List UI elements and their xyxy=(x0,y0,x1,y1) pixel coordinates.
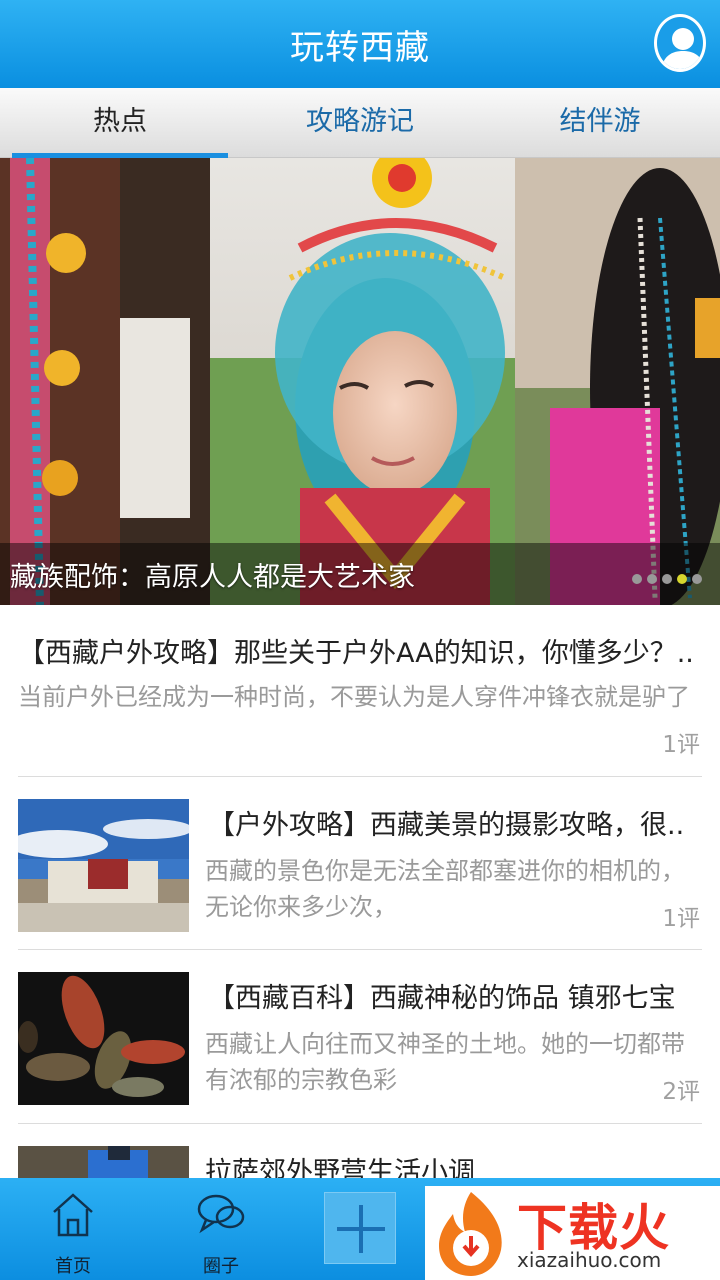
tab-label: 热点 xyxy=(93,106,147,137)
pager-dot-active xyxy=(677,574,687,584)
pager-dot xyxy=(647,574,657,584)
add-post-button[interactable] xyxy=(324,1192,396,1264)
tab-hot[interactable]: 热点 xyxy=(0,88,240,158)
article-title: 【西藏户外攻略】那些关于户外AA的知识，你懂多少？.. xyxy=(18,638,694,669)
plus-icon xyxy=(337,1205,385,1253)
tab-label: 攻略游记 xyxy=(306,106,414,137)
tab-label: 结伴游 xyxy=(559,106,641,137)
summary-line: 有浓郁的宗教色彩 xyxy=(205,1066,397,1094)
tab-bar: 热点 攻略游记 结伴游 xyxy=(0,88,720,158)
nav-circle[interactable]: 圈子 xyxy=(176,1178,266,1280)
flame-logo-icon xyxy=(439,1192,502,1276)
pager-dot xyxy=(662,574,672,584)
pager-dot xyxy=(632,574,642,584)
hero-banner[interactable]: 藏族配饰：高原人人都是大艺术家 xyxy=(0,158,720,605)
banner-caption: 藏族配饰：高原人人都是大艺术家 xyxy=(10,562,415,593)
app-title: 玩转西藏 xyxy=(290,28,430,68)
nav-label: 圈子 xyxy=(203,1256,239,1277)
comment-count: 2评 xyxy=(662,1079,700,1105)
banner-image xyxy=(0,158,720,605)
watermark-url: xiazaihuo.com xyxy=(517,1248,662,1272)
user-avatar-icon[interactable] xyxy=(654,14,706,72)
app-bar: 玩转西藏 xyxy=(0,0,720,88)
summary-line: 无论你来多少次， xyxy=(205,893,397,921)
banner-pager-dots xyxy=(632,569,707,584)
list-item[interactable]: 【户外攻略】西藏美景的摄影攻略，很.. 西藏的景色你是无法全部都塞进你的相机的，… xyxy=(18,777,702,950)
list-item[interactable]: 【西藏百科】西藏神秘的饰品 镇邪七宝 西藏让人向往而又神圣的土地。她的一切都带 … xyxy=(18,950,702,1124)
article-summary: 西藏的景色你是无法全部都塞进你的相机的， 无论你来多少次， xyxy=(205,853,702,925)
list-item[interactable]: 【西藏户外攻略】那些关于户外AA的知识，你懂多少？.. 当前户外已经成为一种时尚… xyxy=(18,605,702,777)
tab-guides[interactable]: 攻略游记 xyxy=(240,88,480,158)
article-title: 【西藏百科】西藏神秘的饰品 镇邪七宝 xyxy=(208,983,676,1014)
article-summary: 西藏让人向往而又神圣的土地。她的一切都带 有浓郁的宗教色彩 xyxy=(205,1026,702,1098)
article-thumbnail xyxy=(18,799,189,932)
article-title: 【户外攻略】西藏美景的摄影攻略，很.. xyxy=(208,810,685,841)
article-summary: 当前户外已经成为一种时尚，不要认为是人穿件冲锋衣就是驴了 xyxy=(18,683,690,711)
watermark-logo: 下载火 xiazaihuo.com xyxy=(425,1186,720,1280)
pager-dot xyxy=(692,574,702,584)
comment-count: 1评 xyxy=(662,906,700,932)
nav-home[interactable]: 首页 xyxy=(28,1178,118,1280)
bottom-nav: 首页 圈子 下载火 xiazaihuo.com xyxy=(0,1178,720,1280)
comment-count: 1评 xyxy=(662,732,700,758)
list-item[interactable]: 拉萨郊外野营生活小调 xyxy=(18,1124,702,1188)
tab-companions[interactable]: 结伴游 xyxy=(480,88,720,158)
summary-line: 西藏的景色你是无法全部都塞进你的相机的， xyxy=(205,857,685,885)
nav-label: 首页 xyxy=(55,1256,91,1277)
article-thumbnail xyxy=(18,972,189,1105)
home-icon xyxy=(53,1193,93,1237)
chat-bubbles-icon xyxy=(197,1194,245,1234)
summary-line: 西藏让人向往而又神圣的土地。她的一切都带 xyxy=(205,1030,685,1058)
